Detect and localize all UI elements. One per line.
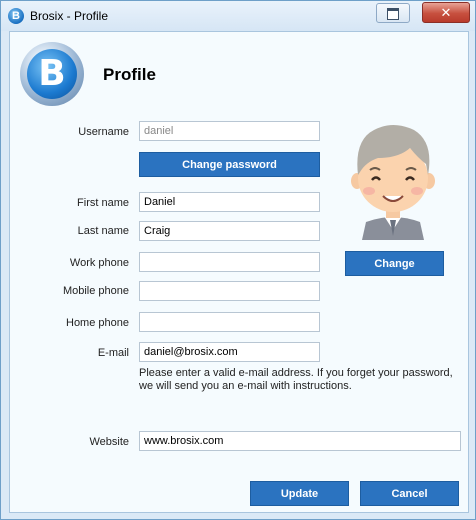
brosix-app-icon: B: [8, 8, 24, 24]
work-phone-field[interactable]: [139, 252, 320, 272]
window-title: Brosix - Profile: [30, 9, 109, 23]
close-button[interactable]: ✕: [422, 2, 470, 23]
restore-button[interactable]: [376, 3, 410, 23]
email-label: E-mail: [97, 347, 129, 359]
mobile-phone-label: Mobile phone: [62, 285, 129, 297]
email-help-text: Please enter a valid e-mail address. If …: [139, 367, 453, 392]
user-avatar-image: [351, 125, 435, 240]
last-name-field[interactable]: Craig: [139, 221, 320, 241]
page-title: Profile: [103, 65, 156, 84]
mobile-phone-field[interactable]: [139, 281, 320, 301]
title-bar[interactable]: B Brosix - Profile ✕: [1, 1, 475, 31]
change-avatar-button[interactable]: Change: [345, 251, 444, 276]
cancel-button[interactable]: Cancel: [360, 481, 459, 506]
home-phone-field[interactable]: [139, 312, 320, 332]
username-label: Username: [78, 126, 129, 138]
brosix-logo-letter: B: [38, 53, 66, 94]
email-field[interactable]: daniel@brosix.com: [139, 342, 320, 362]
first-name-label: First name: [77, 197, 129, 209]
home-phone-label: Home phone: [66, 317, 129, 329]
update-button[interactable]: Update: [250, 481, 349, 506]
brosix-logo: B: [20, 42, 84, 106]
work-phone-label: Work phone: [69, 257, 129, 269]
profile-window: B Brosix - Profile ✕ B Profile Username …: [0, 0, 476, 520]
username-field[interactable]: daniel: [139, 121, 320, 141]
profile-panel: B Profile Username daniel Change passwor…: [9, 31, 469, 513]
brosix-logo-disc: B: [27, 49, 77, 99]
first-name-field[interactable]: Daniel: [139, 192, 320, 212]
change-password-button[interactable]: Change password: [139, 152, 320, 177]
website-field[interactable]: www.brosix.com: [139, 431, 461, 451]
last-name-label: Last name: [77, 225, 129, 237]
website-label: Website: [89, 436, 129, 448]
